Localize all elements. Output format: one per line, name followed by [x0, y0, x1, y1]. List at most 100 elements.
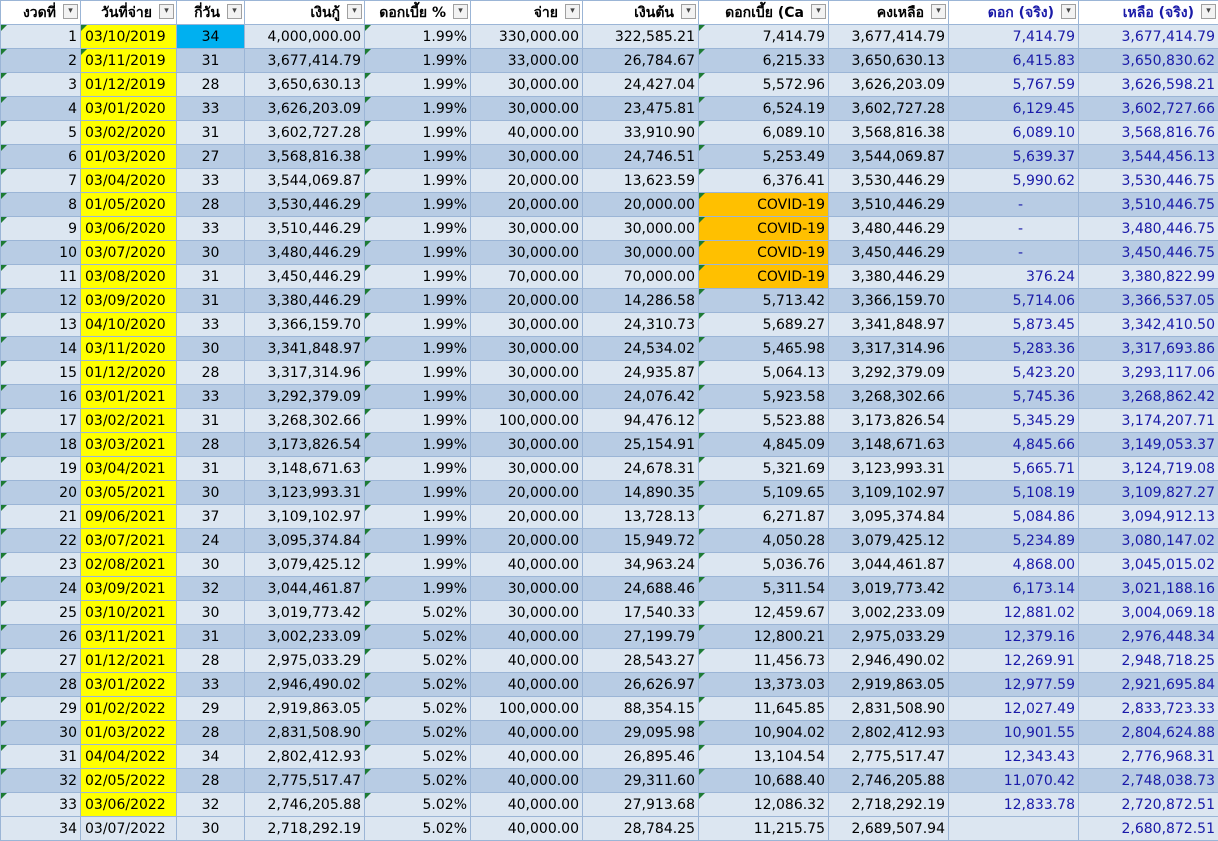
cell-col-10[interactable]: 3,149,053.37 [1078, 432, 1218, 457]
cell-col-4[interactable]: 1.99% [364, 312, 471, 337]
cell-col-10[interactable]: 2,833,723.33 [1078, 696, 1218, 721]
cell-col-3[interactable]: 3,095,374.84 [244, 528, 365, 553]
cell-col-0[interactable]: 11 [0, 264, 81, 289]
cell-col-7[interactable]: COVID-19 [698, 240, 829, 265]
cell-col-3[interactable]: 2,775,517.47 [244, 768, 365, 793]
cell-col-5[interactable]: 30,000.00 [470, 336, 583, 361]
cell-col-0[interactable]: 27 [0, 648, 81, 673]
cell-col-9[interactable]: 5,745.36 [948, 384, 1079, 409]
cell-col-0[interactable]: 26 [0, 624, 81, 649]
cell-col-0[interactable]: 30 [0, 720, 81, 745]
cell-col-6[interactable]: 29,095.98 [582, 720, 699, 745]
cell-col-5[interactable]: 30,000.00 [470, 600, 583, 625]
cell-col-2[interactable]: 28 [176, 768, 245, 793]
cell-col-7[interactable]: 5,572.96 [698, 72, 829, 97]
cell-col-1[interactable]: 03/11/2019 [80, 48, 177, 73]
cell-col-5[interactable]: 30,000.00 [470, 96, 583, 121]
cell-col-3[interactable]: 3,002,233.09 [244, 624, 365, 649]
cell-col-2[interactable]: 29 [176, 696, 245, 721]
column-header-6[interactable]: เงินต้น ▾ [582, 0, 699, 25]
column-header-4[interactable]: ดอกเบี้ย % ▾ [364, 0, 471, 25]
cell-col-4[interactable]: 5.02% [364, 792, 471, 817]
cell-col-10[interactable]: 3,544,456.13 [1078, 144, 1218, 169]
cell-col-4[interactable]: 1.99% [364, 216, 471, 241]
cell-col-5[interactable]: 20,000.00 [470, 528, 583, 553]
cell-col-2[interactable]: 33 [176, 672, 245, 697]
cell-col-10[interactable]: 3,094,912.13 [1078, 504, 1218, 529]
cell-col-7[interactable]: COVID-19 [698, 192, 829, 217]
cell-col-2[interactable]: 28 [176, 648, 245, 673]
cell-col-9[interactable]: 6,089.10 [948, 120, 1079, 145]
cell-col-6[interactable]: 14,890.35 [582, 480, 699, 505]
cell-col-4[interactable]: 1.99% [364, 264, 471, 289]
cell-col-7[interactable]: 4,845.09 [698, 432, 829, 457]
cell-col-5[interactable]: 30,000.00 [470, 432, 583, 457]
cell-col-2[interactable]: 30 [176, 816, 245, 841]
cell-col-5[interactable]: 100,000.00 [470, 696, 583, 721]
cell-col-10[interactable]: 3,045,015.02 [1078, 552, 1218, 577]
cell-col-5[interactable]: 30,000.00 [470, 576, 583, 601]
cell-col-9[interactable]: 11,070.42 [948, 768, 1079, 793]
cell-col-1[interactable]: 02/05/2022 [80, 768, 177, 793]
cell-col-1[interactable]: 02/08/2021 [80, 552, 177, 577]
cell-col-2[interactable]: 24 [176, 528, 245, 553]
cell-col-8[interactable]: 2,718,292.19 [828, 792, 949, 817]
cell-col-1[interactable]: 03/09/2021 [80, 576, 177, 601]
cell-col-8[interactable]: 3,173,826.54 [828, 408, 949, 433]
cell-col-2[interactable]: 34 [176, 24, 245, 49]
cell-col-0[interactable]: 18 [0, 432, 81, 457]
cell-col-5[interactable]: 30,000.00 [470, 144, 583, 169]
cell-col-9[interactable]: 5,423.20 [948, 360, 1079, 385]
filter-dropdown-icon[interactable]: ▾ [159, 4, 174, 19]
cell-col-3[interactable]: 3,341,848.97 [244, 336, 365, 361]
cell-col-8[interactable]: 2,746,205.88 [828, 768, 949, 793]
cell-col-4[interactable]: 5.02% [364, 816, 471, 841]
cell-col-2[interactable]: 31 [176, 456, 245, 481]
cell-col-8[interactable]: 3,450,446.29 [828, 240, 949, 265]
cell-col-7[interactable]: 5,109.65 [698, 480, 829, 505]
cell-col-1[interactable]: 04/10/2020 [80, 312, 177, 337]
cell-col-9[interactable]: 5,990.62 [948, 168, 1079, 193]
cell-col-5[interactable]: 330,000.00 [470, 24, 583, 49]
cell-col-10[interactable]: 3,109,827.27 [1078, 480, 1218, 505]
cell-col-8[interactable]: 3,341,848.97 [828, 312, 949, 337]
filter-dropdown-icon[interactable]: ▾ [453, 4, 468, 19]
cell-col-5[interactable]: 40,000.00 [470, 768, 583, 793]
cell-col-1[interactable]: 03/08/2020 [80, 264, 177, 289]
cell-col-5[interactable]: 40,000.00 [470, 120, 583, 145]
cell-col-0[interactable]: 16 [0, 384, 81, 409]
cell-col-6[interactable]: 26,626.97 [582, 672, 699, 697]
cell-col-0[interactable]: 23 [0, 552, 81, 577]
cell-col-2[interactable]: 32 [176, 792, 245, 817]
cell-col-1[interactable]: 01/12/2021 [80, 648, 177, 673]
filter-dropdown-icon[interactable]: ▾ [347, 4, 362, 19]
cell-col-10[interactable]: 3,480,446.75 [1078, 216, 1218, 241]
cell-col-7[interactable]: 12,800.21 [698, 624, 829, 649]
cell-col-1[interactable]: 04/04/2022 [80, 744, 177, 769]
cell-col-0[interactable]: 33 [0, 792, 81, 817]
cell-col-9[interactable]: 6,173.14 [948, 576, 1079, 601]
column-header-0[interactable]: งวดที่ ▾ [0, 0, 81, 25]
cell-col-5[interactable]: 40,000.00 [470, 720, 583, 745]
cell-col-6[interactable]: 24,076.42 [582, 384, 699, 409]
cell-col-6[interactable]: 28,784.25 [582, 816, 699, 841]
cell-col-9[interactable]: 5,873.45 [948, 312, 1079, 337]
cell-col-8[interactable]: 3,677,414.79 [828, 24, 949, 49]
cell-col-10[interactable]: 3,004,069.18 [1078, 600, 1218, 625]
cell-col-2[interactable]: 31 [176, 624, 245, 649]
cell-col-0[interactable]: 10 [0, 240, 81, 265]
cell-col-3[interactable]: 3,530,446.29 [244, 192, 365, 217]
cell-col-8[interactable]: 3,602,727.28 [828, 96, 949, 121]
cell-col-3[interactable]: 3,268,302.66 [244, 408, 365, 433]
cell-col-1[interactable]: 09/06/2021 [80, 504, 177, 529]
column-header-10[interactable]: เหลือ (จริง) ▾ [1078, 0, 1218, 25]
cell-col-0[interactable]: 8 [0, 192, 81, 217]
cell-col-8[interactable]: 3,123,993.31 [828, 456, 949, 481]
cell-col-6[interactable]: 14,286.58 [582, 288, 699, 313]
cell-col-5[interactable]: 20,000.00 [470, 480, 583, 505]
filter-dropdown-icon[interactable]: ▾ [931, 4, 946, 19]
cell-col-2[interactable]: 30 [176, 480, 245, 505]
cell-col-10[interactable]: 3,174,207.71 [1078, 408, 1218, 433]
cell-col-6[interactable]: 13,728.13 [582, 504, 699, 529]
cell-col-10[interactable]: 2,748,038.73 [1078, 768, 1218, 793]
